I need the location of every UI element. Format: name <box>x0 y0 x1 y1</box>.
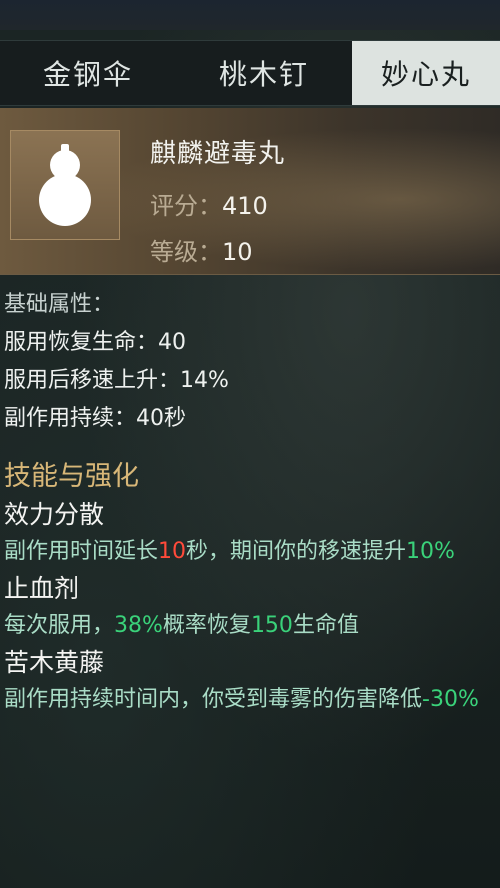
skill-name: 止血剂 <box>4 574 80 603</box>
skill-desc-segment: 38% <box>114 613 163 638</box>
skill-name: 效力分散 <box>4 500 105 529</box>
skill-desc-segment: 概率恢复 <box>162 613 251 638</box>
basic-attributes: 基础属性： 服用恢复生命：40 服用后移速上升：14% 副作用持续：40秒 <box>4 286 496 438</box>
skill-desc-segment: -30% <box>422 687 479 712</box>
skill-desc-segment: 秒，期间你的移速提升 <box>186 539 407 564</box>
level-value: 10 <box>222 238 253 266</box>
skill-description: 副作用时间延长10秒，期间你的移速提升10% <box>4 534 496 570</box>
weapon-tabs: 金钢伞 桃木钉 妙心丸 <box>0 40 500 106</box>
skill-desc-segment: 10% <box>406 539 455 564</box>
skills-section: 技能与强化 效力分散 副作用时间延长10秒，期间你的移速提升10% 止血剂 每次… <box>4 458 496 718</box>
item-icon-box <box>10 130 120 240</box>
skill-name: 苦木黄藤 <box>4 648 105 677</box>
skill-desc-segment: 150 <box>250 613 293 638</box>
skill-description: 副作用持续时间内，你受到毒雾的伤害降低-30% <box>4 682 496 718</box>
item-level: 等级：10 <box>150 232 253 267</box>
score-label: 评分： <box>150 192 222 220</box>
skill-desc-segment: 副作用持续时间内，你受到毒雾的伤害降低 <box>4 687 423 712</box>
level-label: 等级： <box>150 238 222 266</box>
tab-miaoxinwan[interactable]: 妙心丸 <box>352 41 500 105</box>
tab-jingangsan[interactable]: 金钢伞 <box>0 41 176 105</box>
tab-taomuding[interactable]: 桃木钉 <box>176 41 352 105</box>
item-score: 评分：410 <box>150 186 268 221</box>
skill-desc-segment: 10 <box>158 539 187 564</box>
gourd-icon <box>39 144 91 226</box>
score-value: 410 <box>222 192 268 220</box>
basic-attributes-title: 基础属性： <box>4 292 115 317</box>
top-strip <box>0 0 500 30</box>
skill-desc-segment: 生命值 <box>292 613 359 638</box>
skill-desc-segment: 每次服用， <box>4 613 115 638</box>
skill-desc-segment: 副作用时间延长 <box>4 539 159 564</box>
basic-attr-line: 副作用持续：40秒 <box>4 406 186 431</box>
item-header: 麒麟避毒丸 评分：410 等级：10 <box>0 108 500 275</box>
item-name: 麒麟避毒丸 <box>150 139 286 169</box>
basic-attr-line: 服用恢复生命：40 <box>4 330 186 355</box>
skill-description: 每次服用，38%概率恢复150生命值 <box>4 608 496 644</box>
basic-attr-line: 服用后移速上升：14% <box>4 368 229 393</box>
skills-title: 技能与强化 <box>4 461 139 492</box>
